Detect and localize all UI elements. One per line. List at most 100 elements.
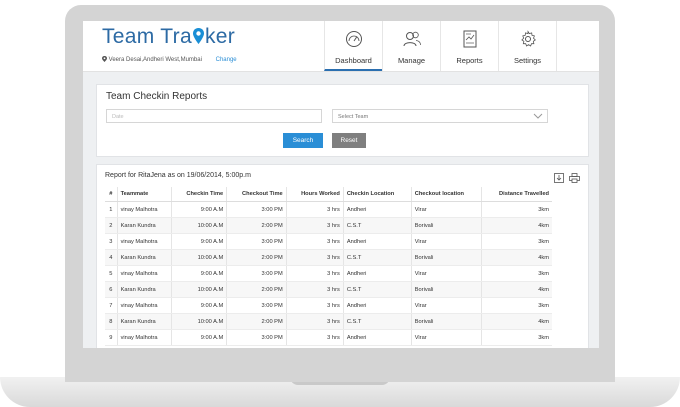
cell-index: 5 [105, 265, 118, 282]
cell-checkout-time: 3:00 PM [226, 265, 287, 282]
col-distance: Distance Travelled [481, 187, 552, 202]
cell-checkout-location: Borivali [411, 313, 482, 330]
report-table: # Teammate Checkin Time Checkout Time Ho… [105, 187, 552, 346]
table-row[interactable]: 2 Karan Kundra 10:00 A.M 2:00 PM 3 hrs C.S.T B… [105, 217, 552, 234]
map-pin-icon [102, 56, 107, 62]
cell-checkout-location: Virar [411, 233, 482, 250]
cell-checkin-location: Andheri [343, 233, 412, 250]
col-checkout-time: Checkout Time [226, 187, 287, 202]
cell-checkout-location: Virar [411, 297, 482, 314]
cell-hours-worked: 3 hrs [286, 249, 344, 266]
cell-checkout-time: 2:00 PM [226, 217, 287, 234]
cell-index: 2 [105, 217, 118, 234]
cell-teammate: vinay Malhotra [117, 297, 173, 314]
cell-index: 8 [105, 313, 118, 330]
table-row[interactable]: 3 vinay Malhotra 9:00 A.M 3:00 PM 3 hrs Andhe… [105, 233, 552, 250]
team-select[interactable]: Select Team [332, 109, 548, 123]
table-row[interactable]: 5 vinay Malhotra 9:00 A.M 3:00 PM 3 hrs Andhe… [105, 265, 552, 282]
cell-hours-worked: 3 hrs [286, 313, 344, 330]
app-header: Team Tra ker Veera Desai,Andheri West,Mum… [83, 21, 599, 72]
cell-checkout-time: 2:00 PM [226, 281, 287, 298]
date-input[interactable]: Date [106, 109, 322, 123]
cell-checkin-location: C.S.T [343, 313, 412, 330]
cell-hours-worked: 3 hrs [286, 265, 344, 282]
app-logo[interactable]: Team Tra ker [102, 25, 235, 49]
cell-checkout-time: 3:00 PM [226, 329, 287, 346]
cell-distance: 4km [481, 249, 552, 266]
cell-checkout-time: 3:00 PM [226, 201, 287, 218]
cell-checkin-location: C.S.T [343, 249, 412, 266]
report-panel: Report for RitaJena as on 19/06/2014, 5:… [96, 164, 589, 348]
cell-checkin-time: 9:00 A.M [171, 297, 228, 314]
cell-checkin-time: 9:00 A.M [171, 329, 228, 346]
cell-index: 9 [105, 329, 118, 346]
checkin-panel: Team Checkin Reports Date Select Team Se… [96, 84, 589, 157]
cell-teammate: Karan Kundra [117, 249, 173, 266]
cell-teammate: vinay Malhotra [117, 329, 173, 346]
cell-hours-worked: 3 hrs [286, 201, 344, 218]
reset-button[interactable]: Reset [332, 133, 366, 148]
nav-reports[interactable]: Reports [440, 21, 498, 71]
cell-checkin-location: Andheri [343, 265, 412, 282]
table-row[interactable]: 6 Karan Kundra 10:00 A.M 2:00 PM 3 hrs C.S.T B… [105, 281, 552, 298]
cell-checkin-location: Andheri [343, 329, 412, 346]
cell-checkout-location: Borivali [411, 249, 482, 266]
cell-checkout-time: 2:00 PM [226, 313, 287, 330]
report-icon [463, 30, 476, 48]
search-button[interactable]: Search [283, 133, 323, 148]
app-screen: Team Tra ker Veera Desai,Andheri West,Mum… [83, 21, 599, 348]
nav-settings-label: Settings [513, 56, 542, 65]
report-tools [554, 170, 580, 188]
col-checkin-time: Checkin Time [171, 187, 228, 202]
table-header-row: # Teammate Checkin Time Checkout Time Ho… [105, 187, 552, 202]
cell-checkin-location: Andheri [343, 201, 412, 218]
cell-distance: 3km [481, 201, 552, 218]
table-row[interactable]: 7 vinay Malhotra 9:00 A.M 3:00 PM 3 hrs Andhe… [105, 297, 552, 314]
cell-distance: 3km [481, 233, 552, 250]
cell-checkin-location: C.S.T [343, 281, 412, 298]
col-index: # [105, 187, 118, 202]
location-line: Veera Desai,Andheri West,Mumbai Change [102, 56, 237, 63]
nav-manage[interactable]: Manage [382, 21, 440, 71]
cell-checkin-location: C.S.T [343, 217, 412, 234]
change-location-link[interactable]: Change [216, 57, 237, 63]
cell-distance: 3km [481, 265, 552, 282]
report-title: Report for RitaJena as on 19/06/2014, 5:… [105, 172, 251, 179]
col-checkin-location: Checkin Location [343, 187, 412, 202]
cell-checkout-location: Virar [411, 201, 482, 218]
checkin-title: Team Checkin Reports [106, 91, 208, 102]
cell-hours-worked: 3 hrs [286, 233, 344, 250]
current-location: Veera Desai,Andheri West,Mumbai [108, 57, 202, 63]
table-row[interactable]: 8 Karan Kundra 10:00 A.M 2:00 PM 3 hrs C.S.T B… [105, 313, 552, 330]
gear-icon [520, 30, 536, 47]
main-nav: Dashboard Manage Reports Settings [324, 21, 557, 71]
cell-teammate: vinay Malhotra [117, 201, 173, 218]
nav-manage-label: Manage [397, 56, 426, 65]
cell-checkout-location: Virar [411, 329, 482, 346]
cell-checkin-time: 10:00 A.M [171, 313, 228, 330]
cell-index: 1 [105, 201, 118, 218]
cell-checkin-location: Andheri [343, 297, 412, 314]
col-checkout-location: Checkout location [411, 187, 482, 202]
table-row[interactable]: 4 Karan Kundra 10:00 A.M 2:00 PM 3 hrs C.S.T B… [105, 249, 552, 266]
cell-teammate: Karan Kundra [117, 217, 173, 234]
cell-checkout-location: Virar [411, 265, 482, 282]
table-row[interactable]: 1 vinay Malhotra 9:00 A.M 3:00 PM 3 hrs Andhe… [105, 201, 552, 218]
logo-text-end: ker [204, 25, 236, 48]
print-icon[interactable] [569, 170, 580, 188]
nav-reports-label: Reports [456, 56, 483, 65]
cell-checkout-location: Borivali [411, 217, 482, 234]
cell-index: 4 [105, 249, 118, 266]
cell-checkin-time: 10:00 A.M [171, 281, 228, 298]
cell-hours-worked: 3 hrs [286, 297, 344, 314]
nav-settings[interactable]: Settings [498, 21, 557, 71]
download-icon[interactable] [554, 170, 564, 188]
table-row[interactable]: 9 vinay Malhotra 9:00 A.M 3:00 PM 3 hrs Andhe… [105, 329, 552, 346]
cell-checkin-time: 9:00 A.M [171, 265, 228, 282]
gauge-icon [345, 31, 362, 47]
cell-teammate: vinay Malhotra [117, 233, 173, 250]
cell-teammate: vinay Malhotra [117, 265, 173, 282]
nav-dashboard-label: Dashboard [335, 56, 372, 65]
nav-dashboard[interactable]: Dashboard [324, 21, 382, 71]
cell-distance: 3km [481, 297, 552, 314]
